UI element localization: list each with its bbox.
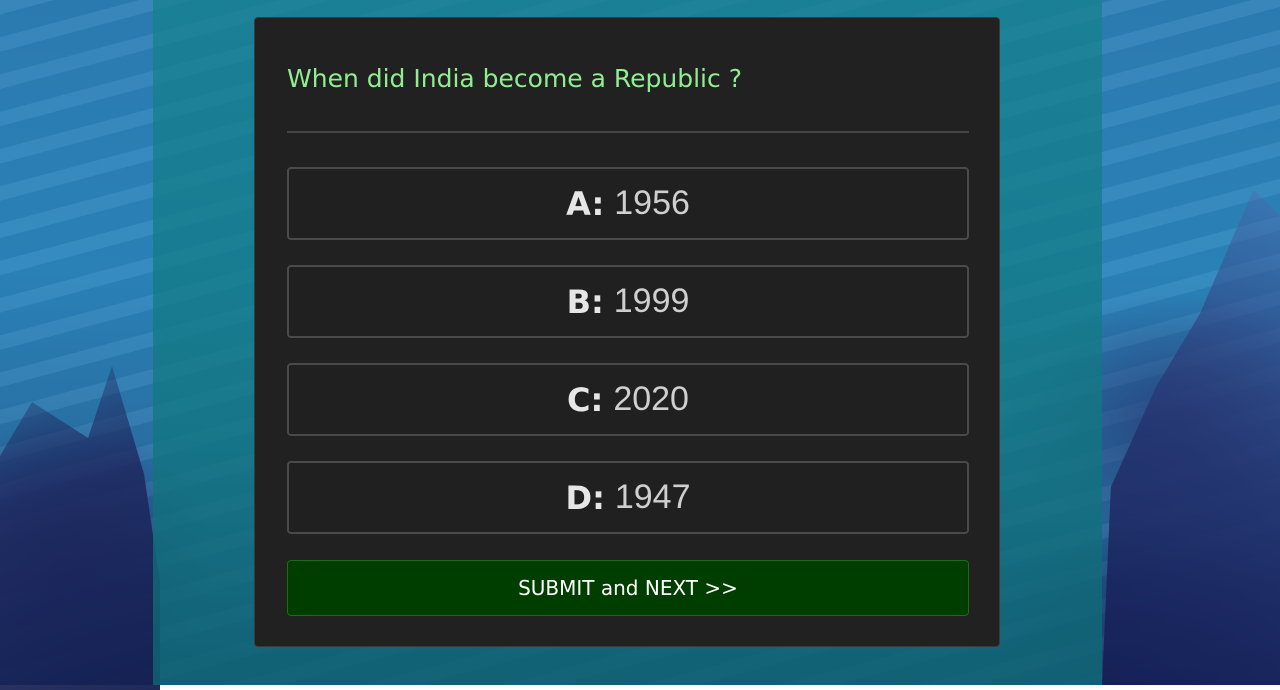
- option-answer: 1956: [614, 184, 690, 222]
- quiz-card: When did India become a Republic ? A: 19…: [254, 17, 1000, 647]
- option-letter: C:: [567, 380, 604, 419]
- option-answer: 1999: [613, 282, 690, 320]
- divider: [287, 131, 969, 133]
- question-text: When did India become a Republic ?: [287, 64, 742, 93]
- option-letter: A:: [566, 184, 605, 223]
- option-b-button[interactable]: B: 1999: [287, 265, 969, 338]
- option-answer: 2020: [613, 380, 689, 418]
- option-a-button[interactable]: A: 1956: [287, 167, 969, 240]
- option-answer: 1947: [614, 478, 691, 516]
- option-d-button[interactable]: D: 1947: [287, 461, 969, 534]
- option-letter: D:: [565, 478, 605, 517]
- option-c-button[interactable]: C: 2020: [287, 363, 969, 436]
- option-letter: B:: [566, 282, 604, 321]
- submit-next-button[interactable]: SUBMIT and NEXT >>: [287, 560, 969, 616]
